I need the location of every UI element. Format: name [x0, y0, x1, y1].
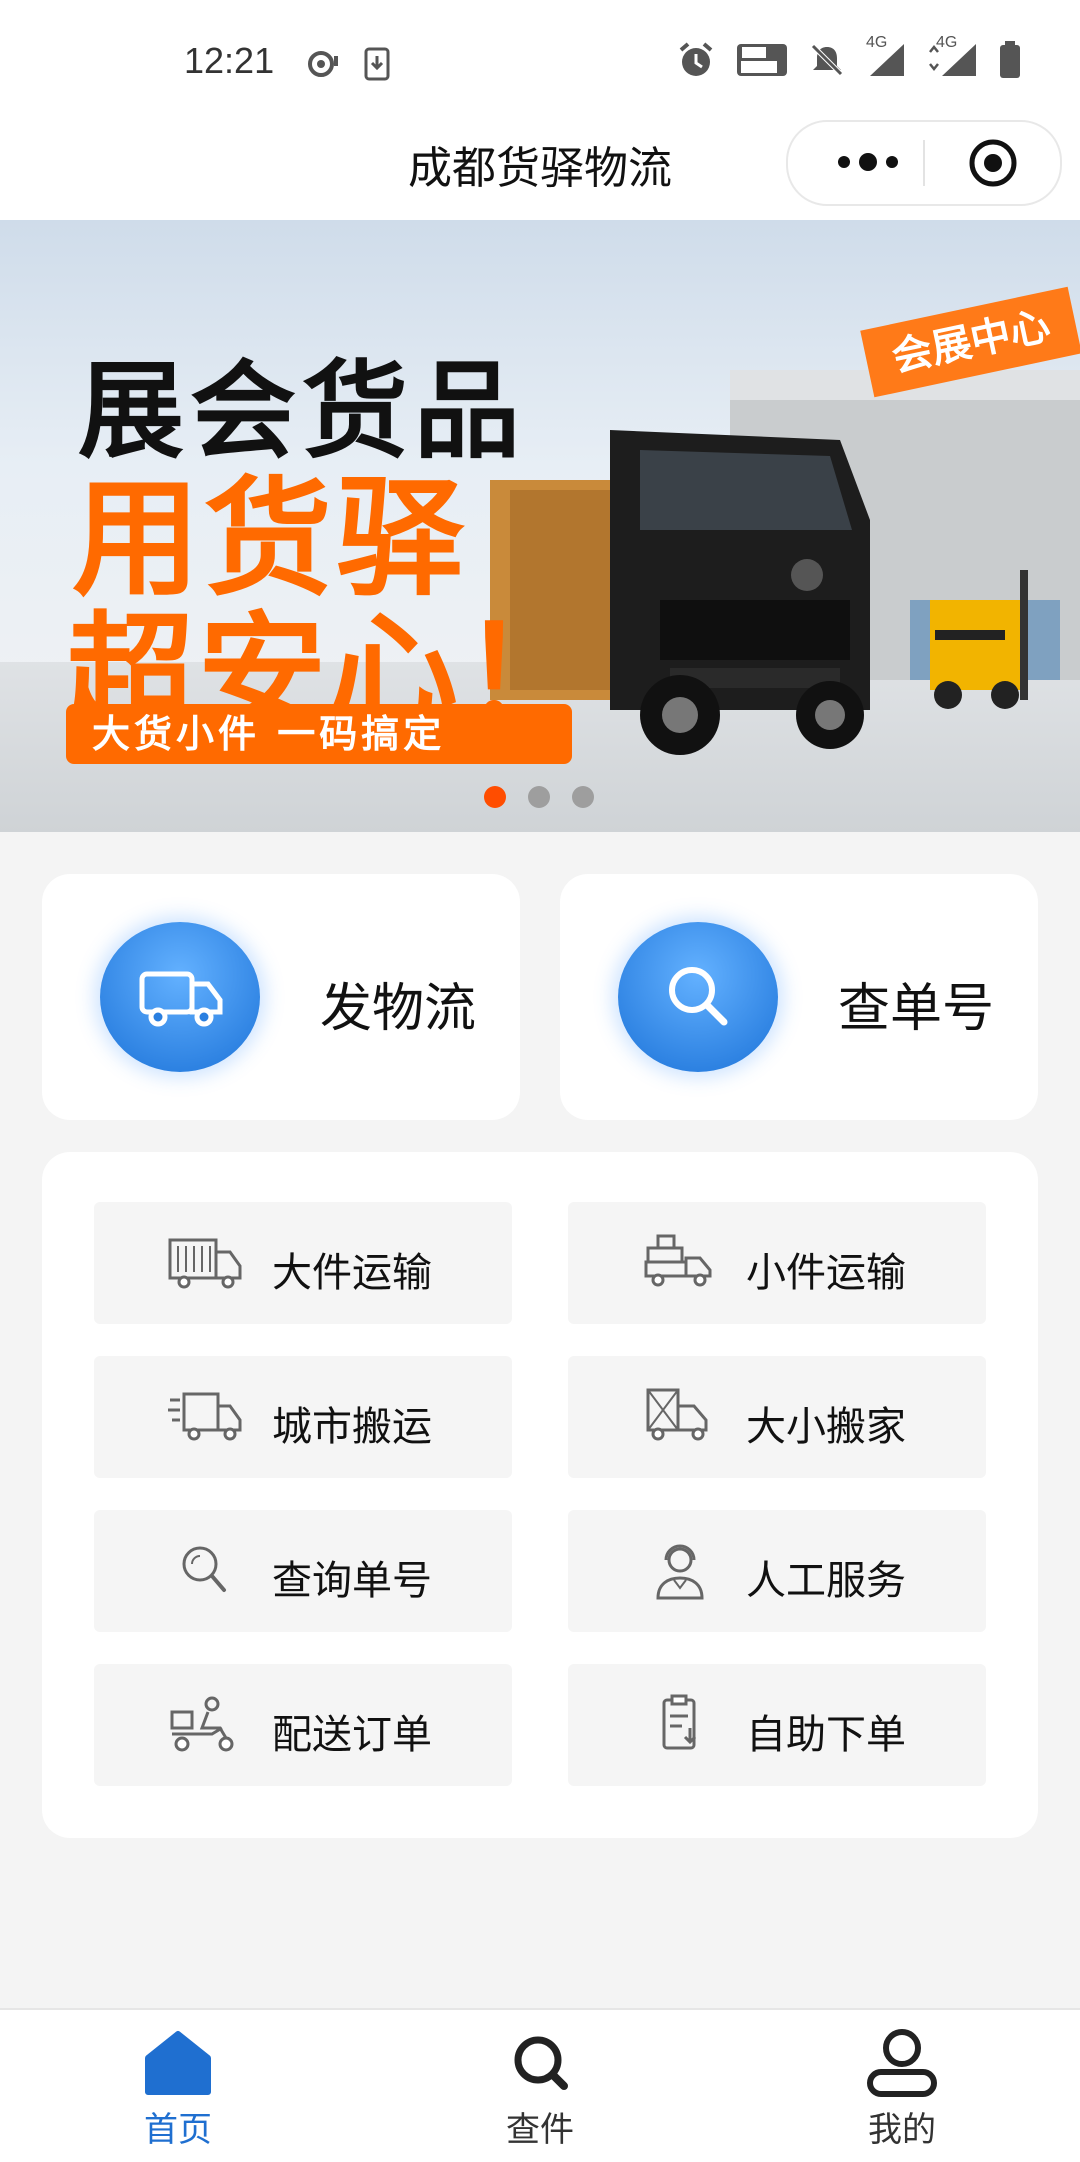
truck-icon	[100, 922, 260, 1072]
bottom-tab-bar: 首页 查件 我的	[0, 2008, 1080, 2162]
send-logistics-label: 发物流	[320, 979, 477, 1039]
track-order-card[interactable]: 查单号	[560, 874, 1038, 1120]
service-label: 人工服务	[746, 1558, 906, 1604]
carousel-dot[interactable]	[528, 786, 550, 808]
search-icon	[514, 2036, 568, 2090]
signal-4g-icon: 4G	[866, 34, 906, 82]
banner-slogan: 大货小件 一码搞定	[66, 704, 572, 764]
nav-bar: 成都货驿物流	[0, 120, 1080, 220]
moving-truck-icon	[646, 1388, 708, 1441]
signal-label: 4G	[866, 34, 888, 51]
data-saver-icon	[305, 46, 341, 86]
user-icon	[867, 2029, 937, 2097]
battery-icon	[998, 40, 1022, 84]
service-label: 配送订单	[272, 1712, 432, 1758]
search-icon	[182, 1546, 226, 1592]
service-item[interactable]: 自助下单	[568, 1664, 986, 1786]
home-icon	[145, 2031, 211, 2095]
service-item[interactable]: 大件运输	[94, 1202, 512, 1324]
carousel-indicator[interactable]	[484, 786, 594, 808]
service-label: 城市搬运	[272, 1404, 432, 1450]
service-label: 小件运输	[746, 1250, 906, 1296]
more-icon[interactable]	[828, 144, 908, 180]
service-label: 大小搬家	[746, 1404, 906, 1450]
courier-scooter-icon	[170, 1696, 234, 1752]
service-item[interactable]: 查询单号	[94, 1510, 512, 1632]
service-item[interactable]: 大小搬家	[568, 1356, 986, 1478]
download-icon	[363, 46, 391, 86]
signal-label: 4G	[936, 34, 958, 51]
city-delivery-truck-icon	[168, 1392, 242, 1441]
service-item[interactable]: 配送订单	[94, 1664, 512, 1786]
customer-service-icon	[656, 1544, 704, 1600]
clipboard-order-icon	[662, 1694, 697, 1750]
mute-icon	[808, 41, 846, 83]
service-item[interactable]: 城市搬运	[94, 1356, 512, 1478]
carousel-dot[interactable]	[572, 786, 594, 808]
small-parcel-truck-icon	[644, 1234, 712, 1287]
tab-track[interactable]: 查件	[440, 2010, 640, 2162]
tab-label: 我的	[868, 2110, 936, 2150]
service-item[interactable]: 小件运输	[568, 1202, 986, 1324]
status-bar: 12:21 4G 4G	[0, 0, 1080, 120]
alarm-icon	[676, 40, 716, 84]
promo-banner[interactable]: 会展中心 展会货品 用货驿 超安心！ 大货小件 一码搞定	[0, 220, 1080, 832]
service-label: 查询单号	[272, 1558, 432, 1604]
status-time: 12:21	[184, 40, 275, 81]
carousel-dot[interactable]	[484, 786, 506, 808]
service-item[interactable]: 人工服务	[568, 1510, 986, 1632]
capsule-divider	[923, 140, 925, 186]
tab-label: 首页	[144, 2110, 212, 2150]
large-cargo-truck-icon	[168, 1238, 242, 1289]
services-grid: 大件运输 小件运输 城市搬运 大小搬家 查询单号 人工服务 配送订单 自助下单	[42, 1152, 1038, 1838]
signal-4g-data-icon: 4G	[926, 34, 978, 82]
track-order-label: 查单号	[838, 979, 995, 1039]
target-icon[interactable]	[968, 138, 1018, 188]
tab-label: 查件	[506, 2110, 574, 2150]
service-label: 大件运输	[272, 1250, 432, 1296]
volte-icon	[736, 43, 788, 81]
search-icon	[618, 922, 778, 1072]
tab-home[interactable]: 首页	[78, 2010, 278, 2162]
send-logistics-card[interactable]: 发物流	[42, 874, 520, 1120]
tab-profile[interactable]: 我的	[802, 2010, 1002, 2162]
mini-program-capsule	[786, 120, 1062, 206]
service-label: 自助下单	[746, 1712, 906, 1758]
